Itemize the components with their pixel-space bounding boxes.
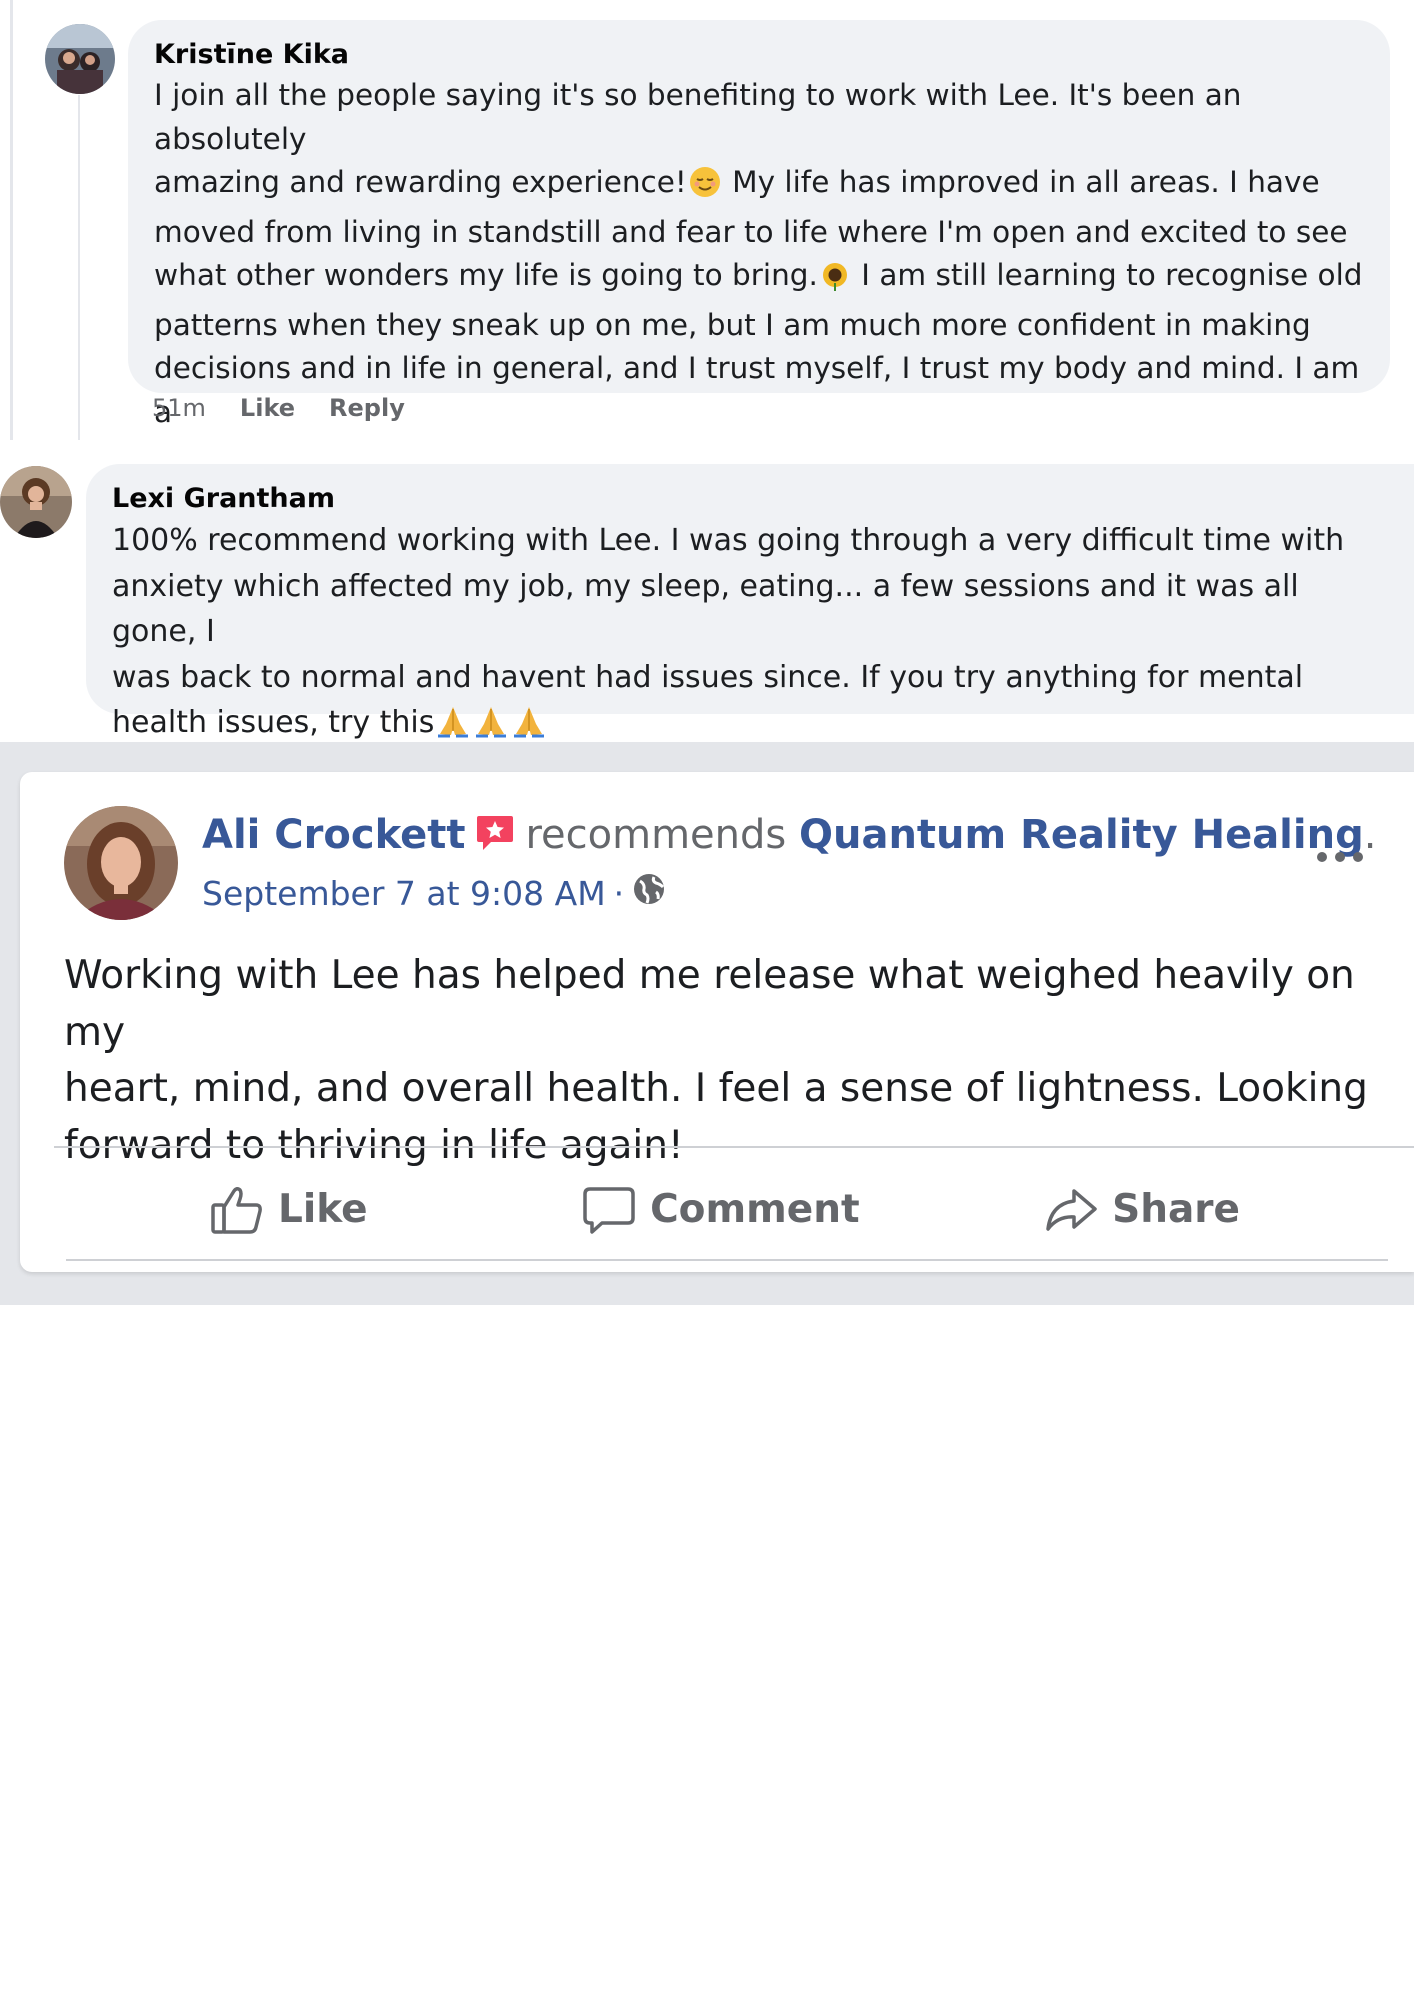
comment-label: Comment — [650, 1187, 860, 1232]
comment-meta: 51m Like Reply — [152, 394, 405, 422]
sunflower-emoji — [820, 260, 850, 304]
comment-author[interactable]: Lexi Grantham — [112, 480, 1388, 518]
action-divider-top — [54, 1146, 1414, 1148]
separator-dot: · — [613, 873, 625, 913]
post-author-name[interactable]: Ali Crockett — [202, 812, 465, 858]
recommendation-post: Ali Crockett recommends Quantum Reality H… — [20, 772, 1414, 1272]
thread-rail — [10, 0, 13, 440]
feed-background: Ali Crockett recommends Quantum Reality H… — [0, 742, 1414, 1305]
post-meta: September 7 at 9:08 AM · — [202, 872, 666, 914]
action-divider-bottom — [66, 1259, 1388, 1261]
post-author-avatar[interactable] — [64, 806, 178, 920]
comment-bubble: Kristīne Kika I join all the people sayi… — [128, 20, 1390, 472]
post-body-text: Working with Lee has helped me release w… — [64, 953, 1368, 1168]
like-button[interactable]: Like — [190, 1167, 388, 1252]
post-action-bar: Like Comment Share — [50, 1167, 1370, 1252]
like-label: Like — [278, 1187, 368, 1232]
relieved-face-emoji — [689, 166, 721, 211]
comment-timestamp[interactable]: 51m — [152, 394, 206, 422]
avatar[interactable] — [0, 466, 72, 538]
more-options-icon[interactable] — [1310, 842, 1370, 872]
post-verb: recommends — [525, 812, 787, 858]
post-timestamp[interactable]: September 7 at 9:08 AM — [202, 874, 606, 913]
comment-kristine: Kristīne Kika I join all the people sayi… — [0, 0, 1414, 472]
avatar[interactable] — [45, 24, 115, 94]
speech-bubble-icon — [582, 1185, 636, 1235]
comment-bubble: Lexi Grantham 100% recommend working wit… — [86, 464, 1414, 740]
reply-thread-line — [78, 95, 80, 440]
recommendation-star-icon — [475, 812, 515, 866]
share-label: Share — [1112, 1187, 1240, 1232]
share-button[interactable]: Share — [1024, 1167, 1260, 1252]
comment-text-part: 100% recommend working with Lee. I was g… — [112, 523, 1345, 740]
recommended-page-link[interactable]: Quantum Reality Healing — [799, 812, 1364, 858]
comment-like-button[interactable]: Like — [240, 394, 295, 422]
post-header: Ali Crockett recommends Quantum Reality H… — [202, 808, 1376, 866]
comment-reply-button[interactable]: Reply — [329, 394, 405, 422]
comment-lexi: Lexi Grantham 100% recommend working wit… — [0, 440, 1414, 740]
comment-button[interactable]: Comment — [562, 1167, 880, 1252]
comment-author[interactable]: Kristīne Kika — [154, 36, 1364, 74]
comment-text: 100% recommend working with Lee. I was g… — [112, 518, 1388, 752]
comment-text: I join all the people saying it's so ben… — [154, 74, 1364, 484]
share-arrow-icon — [1044, 1187, 1098, 1233]
globe-icon[interactable] — [632, 872, 666, 914]
thumbs-up-icon — [210, 1185, 264, 1235]
